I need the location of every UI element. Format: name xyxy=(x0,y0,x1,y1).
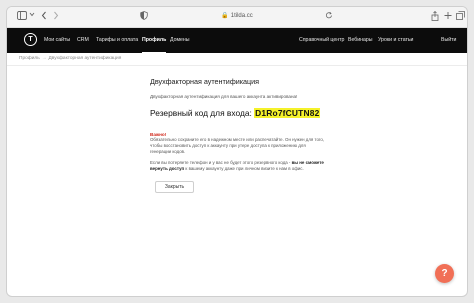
nav-help-center[interactable]: Справочный центр xyxy=(299,28,344,53)
tabs-overview-icon[interactable] xyxy=(456,11,465,23)
backup-code: D1Ro7fCUTN82 xyxy=(254,108,321,118)
nav-logout[interactable]: Выйти xyxy=(441,28,456,53)
nav-my-sites[interactable]: Мои сайты xyxy=(44,28,70,53)
close-button[interactable]: Закрыть xyxy=(155,181,194,193)
help-chat-button[interactable]: ? xyxy=(435,264,454,283)
lock-icon: 🔒 xyxy=(221,13,229,19)
browser-toolbar: 🔒 1tilda.cc xyxy=(7,7,467,28)
back-arrow-icon[interactable] xyxy=(41,11,47,23)
tilda-logo[interactable]: T xyxy=(24,33,37,46)
loss-warning-suffix: к вашему аккаунту даже при личном визите… xyxy=(184,165,304,171)
shield-icon[interactable] xyxy=(140,11,148,23)
new-tab-icon[interactable] xyxy=(444,11,452,23)
reload-icon[interactable] xyxy=(325,11,333,23)
loss-warning-paragraph: Если вы потеряете телефон и у вас не буд… xyxy=(150,160,325,172)
nav-tariffs[interactable]: Тарифы и оплата xyxy=(96,28,138,53)
warning-paragraph: Обязательно сохраните его в надежном мес… xyxy=(150,137,325,155)
nav-lessons[interactable]: Уроки и статьи xyxy=(378,28,413,53)
breadcrumb: Профиль → Двухфакторная аутентификация xyxy=(19,56,121,61)
breadcrumb-separator: → xyxy=(41,56,47,61)
share-icon[interactable] xyxy=(431,10,439,24)
backup-code-label: Резервный код для входа: xyxy=(150,108,252,118)
nav-profile[interactable]: Профиль xyxy=(142,28,167,53)
nav-domains[interactable]: Домены xyxy=(170,28,190,53)
nav-webinars[interactable]: Вебинары xyxy=(348,28,373,53)
url-text: 1tilda.cc xyxy=(230,13,253,19)
site-header: T Мои сайты CRM Тарифы и оплата Профиль … xyxy=(7,28,467,53)
sidebar-icon[interactable] xyxy=(17,11,27,23)
two-factor-panel: Двухфакторная аутентификация Двухфакторн… xyxy=(150,77,325,176)
breadcrumb-profile-link[interactable]: Профиль xyxy=(19,56,40,61)
backup-code-line: Резервный код для входа: D1Ro7fCUTN82 xyxy=(150,108,325,118)
chevron-down-icon[interactable] xyxy=(29,10,35,22)
status-message: Двухфакторная аутентификация для вашего … xyxy=(150,94,298,99)
breadcrumb-current: Двухфакторная аутентификация xyxy=(48,56,122,61)
browser-window: 🔒 1tilda.cc T Мои сайты CRM Тарифы и опла… xyxy=(6,6,468,297)
address-bar[interactable]: 🔒 1tilda.cc xyxy=(157,11,317,22)
page-title: Двухфакторная аутентификация xyxy=(150,77,260,86)
nav-crm[interactable]: CRM xyxy=(77,28,89,53)
loss-warning-prefix: Если вы потеряете телефон и у вас не буд… xyxy=(150,159,292,165)
forward-arrow-icon[interactable] xyxy=(53,11,59,23)
header-divider xyxy=(7,65,467,66)
